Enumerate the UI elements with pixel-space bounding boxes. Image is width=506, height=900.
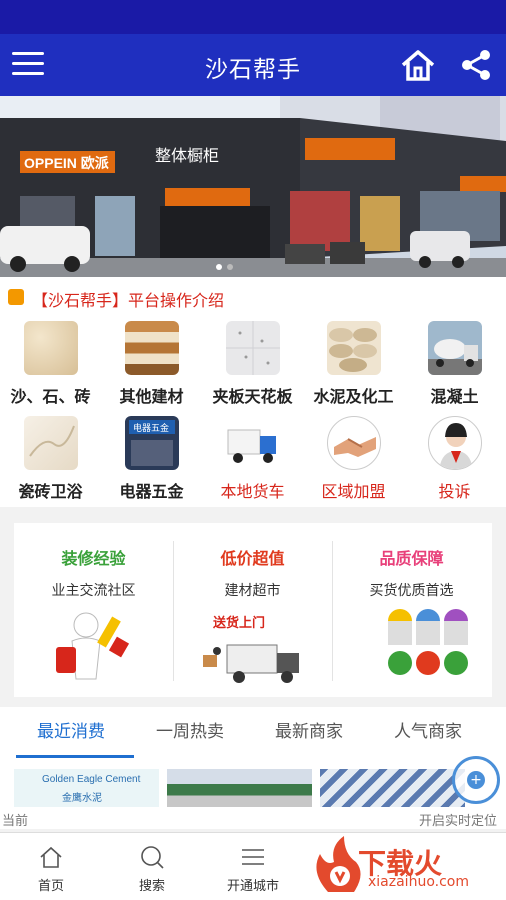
category-other-materials[interactable]: 其他建材 [101,317,202,412]
handshake-icon [327,416,381,470]
category-local-truck[interactable]: 本地货车 [202,412,303,507]
category-cement-chemicals[interactable]: 水泥及化工 [303,317,404,412]
ranking-tabs: 最近消费 一周热卖 最新商家 人气商家 [0,707,506,759]
active-tab-indicator [16,755,134,758]
merchant-thumb[interactable] [320,769,465,807]
locate-button[interactable]: + [452,756,500,804]
nav-home[interactable]: 首页 [11,841,91,897]
feature-quality[interactable]: 品质保障 买货优质首选 [332,523,491,697]
category-electrical-hardware[interactable]: 电器五金 电器五金 [101,412,202,507]
delivery-truck-icon: 送货上门 [193,607,313,687]
feature-subtitle: 业主交流社区 [51,583,136,599]
notice-text[interactable]: 【沙石帮手】平台操作介绍 [32,287,224,311]
category-label: 夹板天花板 [212,387,293,406]
nav-label: 开通城市 [226,879,279,894]
ceiling-icon [226,321,280,375]
hardware-store-icon: 电器五金 [125,416,179,470]
carousel-dot-active[interactable] [216,264,222,270]
svg-text:电器五金: 电器五金 [133,422,169,434]
category-label: 瓷砖卫浴 [18,482,83,501]
banner-carousel[interactable]: OPPEIN 欧派 整体橱柜 [0,96,506,277]
mixer-truck-icon [428,321,482,375]
merchant-thumb-caption-cn: 金鹰水泥 [62,793,102,804]
tab-newest-merchants[interactable]: 最新商家 [275,717,343,742]
feature-subtitle: 建材超市 [224,583,281,599]
category-regional-franchise[interactable]: 区域加盟 [303,412,404,507]
category-label: 区域加盟 [321,482,386,501]
nav-label: 首页 [37,879,64,894]
feature-section: 装修经验 业主交流社区 低价超值 建材超市 送货上门 品质保障 买货优质首选 [0,507,506,707]
feature-title: 低价超值 [220,549,285,568]
home-icon [39,845,63,869]
merchant-thumb-caption: Golden Eagle Cement [42,774,141,785]
paint-cans-icon [352,607,472,687]
svg-text:OPPEIN 欧派: OPPEIN 欧派 [24,155,110,171]
tab-recent-consumption[interactable]: 最近消费 [37,717,105,742]
tile-icon [24,416,78,470]
speaker-icon [8,289,24,305]
top-navbar: 沙石帮手 [0,34,506,96]
sand-icon [24,321,78,375]
cement-bags-icon [327,321,381,375]
share-icon[interactable] [458,48,494,82]
category-label: 沙、石、砖 [10,387,91,406]
category-ceiling-board[interactable]: 夹板天花板 [202,317,303,412]
watermark-url: xiazaihuo.com [368,874,469,890]
nav-cities[interactable]: 开通城市 [213,841,293,897]
category-label: 本地货车 [220,482,285,501]
feature-renovation[interactable]: 装修经验 业主交流社区 [14,523,173,697]
category-label: 电器五金 [119,482,184,501]
carousel-dot[interactable] [227,264,233,270]
category-label: 其他建材 [119,387,184,406]
tab-popular-merchants[interactable]: 人气商家 [394,717,462,742]
banner-sign-text: 整体橱柜 [155,146,219,165]
search-icon [140,845,164,869]
location-current-label: 当前 [2,814,29,829]
status-bar [0,0,506,34]
list-icon [241,845,265,869]
feature-low-price[interactable]: 低价超值 建材超市 送货上门 [173,523,332,697]
category-grid: 沙、石、砖 其他建材 夹板天花板 水泥及化工 混凝土 瓷砖卫浴 电器五金 电器五… [0,317,506,507]
category-label: 投诉 [438,482,471,501]
feature-title: 品质保障 [379,549,444,568]
delivery-slogan: 送货上门 [212,615,265,631]
category-sand-stone-brick[interactable]: 沙、石、砖 [0,317,101,412]
warehouse-icon [125,321,179,375]
merchant-thumb[interactable] [167,769,312,807]
category-label: 水泥及化工 [313,387,394,406]
truck-icon [226,416,280,470]
nav-label: 搜索 [138,879,165,894]
painter-figure-icon [34,607,154,687]
nav-search[interactable]: 搜索 [112,841,192,897]
category-complaint[interactable]: 投诉 [404,412,505,507]
agent-icon [428,416,482,470]
home-icon[interactable] [399,48,437,82]
notice-bar[interactable]: 【沙石帮手】平台操作介绍 [0,277,506,317]
location-enable-label[interactable]: 开启实时定位 [419,810,497,829]
tab-weekly-hot[interactable]: 一周热卖 [156,717,224,742]
feature-subtitle: 买货优质首选 [369,583,454,599]
feature-title: 装修经验 [61,549,126,568]
category-tile-bath[interactable]: 瓷砖卫浴 [0,412,101,507]
feature-card: 装修经验 业主交流社区 低价超值 建材超市 送货上门 品质保障 买货优质首选 [14,523,492,697]
plus-icon: + [467,771,485,789]
category-concrete[interactable]: 混凝土 [404,317,505,412]
merchant-thumb[interactable]: Golden Eagle Cement 金鹰水泥 [14,769,159,807]
category-label: 混凝土 [430,387,479,406]
